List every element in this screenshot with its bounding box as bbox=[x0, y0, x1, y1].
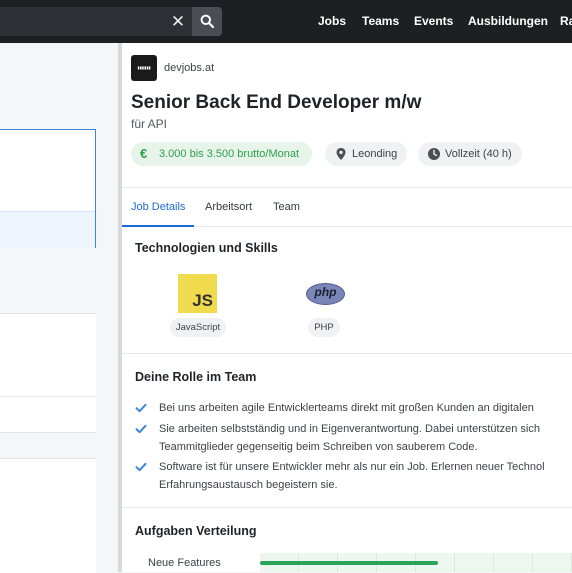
tasks-heading: Aufgaben Verteilung bbox=[135, 524, 257, 538]
company-logo: ▮▮▮▮▮▮ bbox=[131, 55, 157, 81]
section-divider bbox=[122, 353, 572, 354]
check-icon bbox=[135, 424, 147, 434]
detail-tabs: Job Details Arbeitsort Team bbox=[122, 187, 572, 227]
clear-search-icon[interactable]: ✕ bbox=[166, 11, 190, 33]
role-line-4: Software ist für unsere Entwickler mehr … bbox=[159, 461, 545, 473]
role-line-3: Teammitglieder gegenseitig beim Schreibe… bbox=[159, 441, 478, 453]
location-chip: Leonding bbox=[325, 142, 407, 166]
nav-ausbildungen[interactable]: Ausbildungen bbox=[468, 0, 548, 43]
php-logo-text: php bbox=[314, 285, 337, 299]
job-card[interactable] bbox=[0, 458, 96, 573]
job-title: Senior Back End Developer m/w bbox=[131, 92, 422, 113]
job-list-panel bbox=[0, 43, 118, 573]
tab-arbeitsort[interactable]: Arbeitsort bbox=[205, 188, 252, 226]
nav-more[interactable]: Ra bbox=[560, 0, 572, 43]
javascript-logo: JS bbox=[178, 274, 217, 313]
job-detail-panel: ▮▮▮▮▮▮ devjobs.at Senior Back End Develo… bbox=[122, 43, 572, 572]
selected-job-card-footer bbox=[0, 211, 95, 248]
php-logo: php bbox=[306, 283, 345, 305]
role-line-1: Bei uns arbeiten agile Entwicklerteams d… bbox=[159, 402, 534, 414]
skills-heading: Technologien und Skills bbox=[135, 241, 278, 255]
search-icon bbox=[200, 14, 214, 28]
employment-chip: Vollzeit (40 h) bbox=[418, 142, 522, 166]
role-heading: Deine Rolle im Team bbox=[135, 370, 257, 384]
javascript-logo-text: JS bbox=[192, 291, 213, 310]
skill-label-php: PHP bbox=[308, 318, 340, 337]
search-button[interactable] bbox=[192, 7, 222, 36]
selected-job-card[interactable] bbox=[0, 129, 96, 248]
company-name[interactable]: devjobs.at bbox=[164, 62, 214, 74]
skill-label-javascript: JavaScript bbox=[170, 318, 226, 337]
location-text: Leonding bbox=[352, 148, 398, 160]
role-line-2: Sie arbeiten selbstständig und in Eigenv… bbox=[159, 423, 540, 435]
map-pin-icon bbox=[336, 148, 346, 160]
job-subtitle: für API bbox=[131, 117, 168, 131]
nav-jobs[interactable]: Jobs bbox=[318, 0, 346, 43]
task-label: Neue Features bbox=[148, 557, 221, 569]
check-icon bbox=[135, 403, 147, 413]
employment-text: Vollzeit (40 h) bbox=[445, 148, 512, 160]
section-divider bbox=[122, 507, 572, 508]
task-bar-fill bbox=[260, 561, 438, 565]
tab-team[interactable]: Team bbox=[273, 188, 300, 226]
check-icon bbox=[135, 462, 147, 472]
nav-events[interactable]: Events bbox=[414, 0, 453, 43]
nav-teams[interactable]: Teams bbox=[362, 0, 399, 43]
salary-chip: € 3.000 bis 3.500 brutto/Monat bbox=[131, 142, 312, 166]
search-bar[interactable]: ✕ bbox=[0, 7, 222, 36]
job-card-divider bbox=[0, 396, 96, 397]
clock-icon bbox=[428, 148, 440, 160]
tab-job-details[interactable]: Job Details bbox=[122, 188, 195, 227]
job-card[interactable] bbox=[0, 313, 96, 433]
euro-icon: € bbox=[140, 146, 148, 161]
role-line-5: Erfahrungsaustausch begeistern sie. bbox=[159, 479, 338, 491]
top-navigation-bar: ✕ Jobs Teams Events Ausbildungen Ra bbox=[0, 0, 572, 43]
salary-text: 3.000 bis 3.500 brutto/Monat bbox=[159, 148, 300, 160]
task-bar-track bbox=[260, 553, 572, 572]
